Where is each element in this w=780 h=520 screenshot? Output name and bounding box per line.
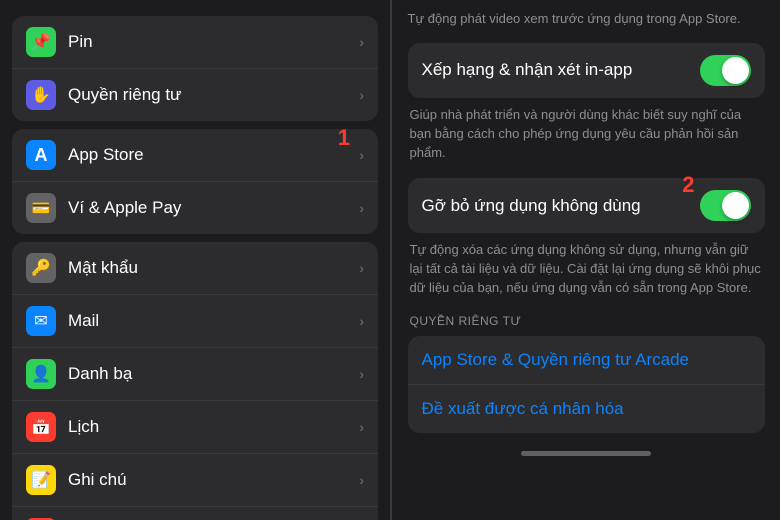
password-icon: 🔑 bbox=[26, 253, 56, 283]
privacy-item-personalized[interactable]: Đề xuất được cá nhân hóa bbox=[408, 385, 765, 433]
contacts-icon: 👤 bbox=[26, 359, 56, 389]
calendar-icon: 📅 bbox=[26, 412, 56, 442]
sidebar-item-reminders[interactable]: 🔔 Lời nhắc › bbox=[12, 507, 378, 520]
toggle-offload-label: Gỡ bỏ ứng dụng không dùng bbox=[422, 196, 700, 216]
mail-label: Mail bbox=[68, 311, 359, 331]
highlighted-settings-group: A App Store › 1 💳 Ví & Apple Pay › bbox=[12, 129, 378, 234]
contacts-label: Danh bạ bbox=[68, 364, 359, 384]
sidebar-item-contacts[interactable]: 👤 Danh bạ › bbox=[12, 348, 378, 401]
toggle-ratings-label: Xếp hạng & nhận xét in-app bbox=[422, 60, 700, 80]
sidebar-item-password[interactable]: 🔑 Mật khẩu › bbox=[12, 242, 378, 295]
notes-label: Ghi chú bbox=[68, 470, 359, 490]
top-settings-group: 📌 Pin › ✋ Quyền riêng tư › bbox=[12, 16, 378, 121]
sidebar-item-notes[interactable]: 📝 Ghi chú › bbox=[12, 454, 378, 507]
privacy-item-appstore[interactable]: App Store & Quyền riêng tư Arcade bbox=[408, 336, 765, 385]
sidebar-item-privacy[interactable]: ✋ Quyền riêng tư › bbox=[12, 69, 378, 121]
wallet-icon: 💳 bbox=[26, 193, 56, 223]
password-label: Mật khẩu bbox=[68, 258, 359, 278]
bottom-settings-group: 🔑 Mật khẩu › ✉ Mail › 👤 Danh bạ › 📅 Lịch… bbox=[12, 242, 378, 520]
chevron-icon: › bbox=[359, 313, 364, 329]
notes-icon: 📝 bbox=[26, 465, 56, 495]
chevron-icon: › bbox=[359, 419, 364, 435]
sidebar-item-pin[interactable]: 📌 Pin › bbox=[12, 16, 378, 69]
chevron-icon: › bbox=[359, 87, 364, 103]
right-panel: Tự động phát video xem trước ứng dụng tr… bbox=[391, 0, 780, 520]
sidebar-item-appstore[interactable]: A App Store › 1 bbox=[12, 129, 378, 182]
privacy-section-header: QUYỀN RIÊNG TƯ bbox=[408, 314, 765, 328]
privacy-icon: ✋ bbox=[26, 80, 56, 110]
privacy-label: Quyền riêng tư bbox=[68, 85, 359, 105]
sidebar-item-wallet[interactable]: 💳 Ví & Apple Pay › bbox=[12, 182, 378, 234]
pin-label: Pin bbox=[68, 32, 359, 52]
chevron-icon: › bbox=[359, 200, 364, 216]
toggle-offload-switch[interactable] bbox=[700, 190, 751, 221]
appstore-label: App Store bbox=[68, 145, 359, 165]
toggle-row-ratings: Xếp hạng & nhận xét in-app bbox=[408, 43, 765, 98]
toggle-ratings-switch[interactable] bbox=[700, 55, 751, 86]
toggle-row-offload: Gỡ bỏ ứng dụng không dùng 2 bbox=[408, 178, 765, 233]
sidebar-item-calendar[interactable]: 📅 Lịch › bbox=[12, 401, 378, 454]
privacy-personalized-label: Đề xuất được cá nhân hóa bbox=[422, 399, 624, 418]
privacy-appstore-label: App Store & Quyền riêng tư Arcade bbox=[422, 350, 689, 369]
appstore-icon: A bbox=[26, 140, 56, 170]
calendar-label: Lịch bbox=[68, 417, 359, 437]
privacy-group: App Store & Quyền riêng tư Arcade Đề xuấ… bbox=[408, 336, 765, 433]
toggle-ratings-description: Giúp nhà phát triển và người dùng khác b… bbox=[408, 106, 765, 163]
mail-icon: ✉ bbox=[26, 306, 56, 336]
sidebar-item-mail[interactable]: ✉ Mail › bbox=[12, 295, 378, 348]
toggle-offload-description: Tự động xóa các ứng dụng không sử dụng, … bbox=[408, 241, 765, 298]
chevron-icon: › bbox=[359, 366, 364, 382]
chevron-icon: › bbox=[359, 34, 364, 50]
chevron-icon: › bbox=[359, 147, 364, 163]
wallet-label: Ví & Apple Pay bbox=[68, 198, 359, 218]
chevron-icon: › bbox=[359, 260, 364, 276]
chevron-icon: › bbox=[359, 472, 364, 488]
top-description: Tự động phát video xem trước ứng dụng tr… bbox=[408, 10, 765, 29]
home-indicator bbox=[521, 451, 651, 456]
left-panel: 📌 Pin › ✋ Quyền riêng tư › A App Store ›… bbox=[0, 0, 390, 520]
pin-icon: 📌 bbox=[26, 27, 56, 57]
marker-1: 1 bbox=[338, 129, 350, 151]
marker-2: 2 bbox=[682, 172, 694, 198]
